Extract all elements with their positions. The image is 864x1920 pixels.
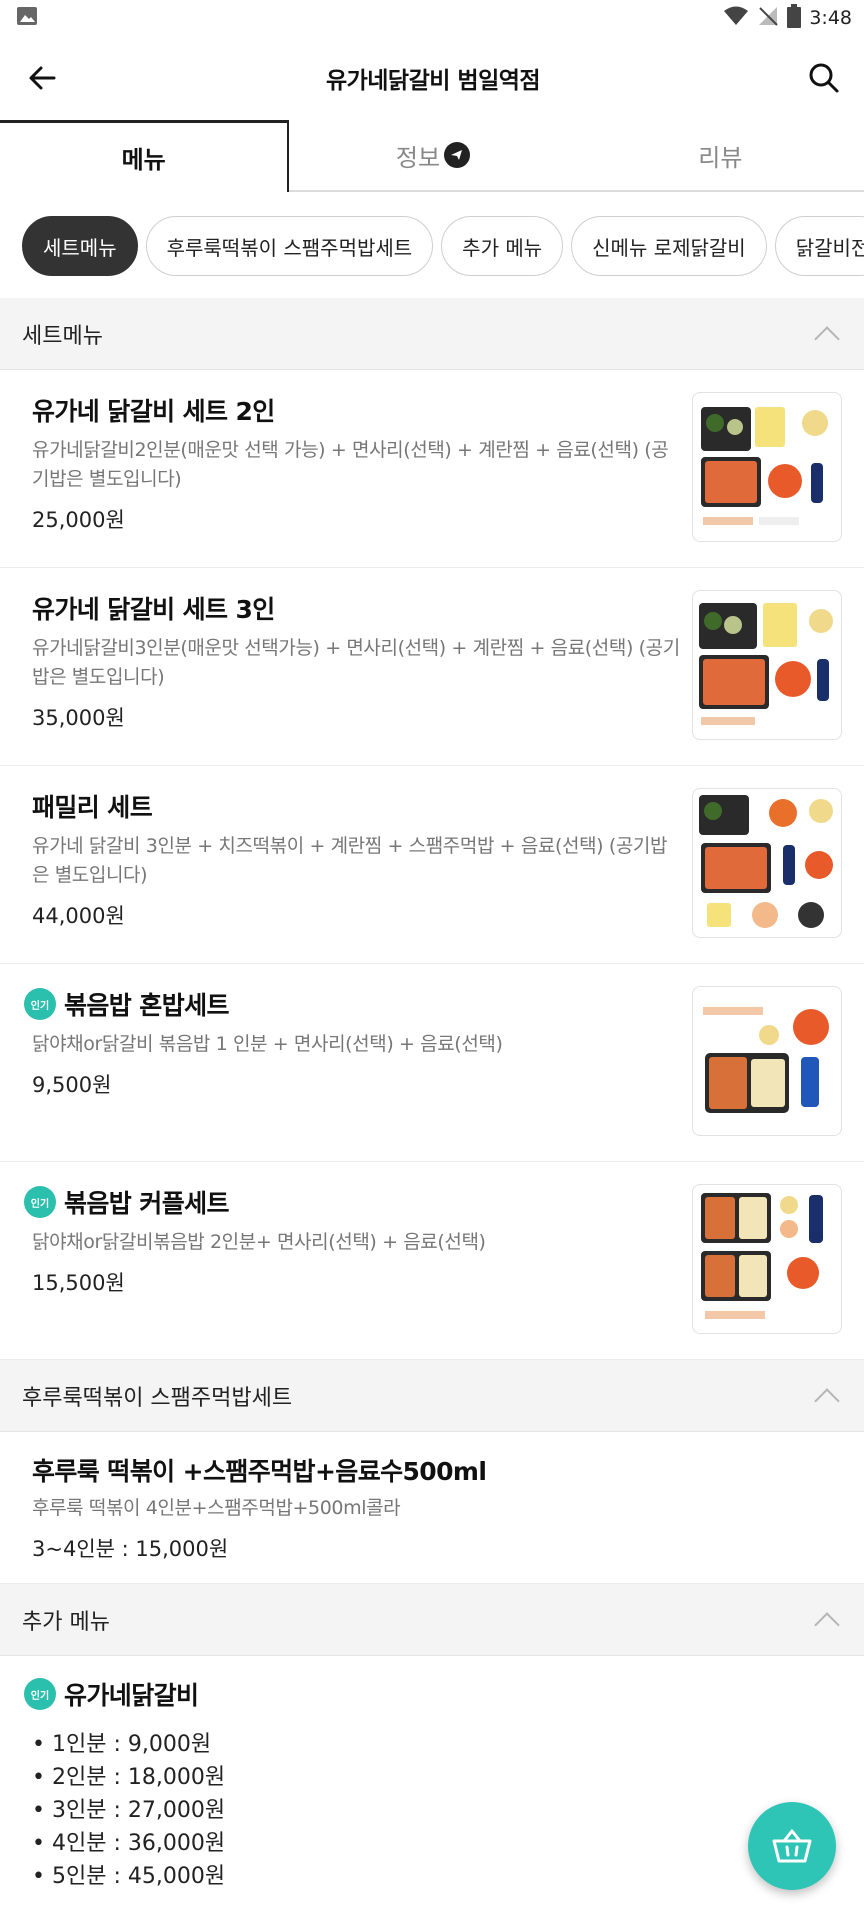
item-description: 유가네닭갈비3인분(매운맛 선택가능) + 면사리(선택) + 계란찜 + 음료… (32, 637, 680, 688)
tab-review[interactable]: 리뷰 (577, 120, 864, 190)
signal-icon (757, 5, 779, 32)
popular-badge: 인기 (24, 1678, 56, 1710)
chevron-up-icon (814, 1387, 840, 1414)
search-button[interactable] (804, 58, 844, 98)
item-title: 패밀리 세트 (32, 793, 153, 822)
status-time: 3:48 (809, 7, 852, 29)
item-title: 유가네 닭갈비 세트 2인 (32, 397, 275, 426)
search-icon (809, 63, 839, 93)
tab-info[interactable]: 정보 (289, 120, 576, 190)
chip-tteok-set[interactable]: 후루룩떡볶이 스팸주먹밥세트 (145, 216, 434, 276)
item-price: 35,000원 (32, 706, 125, 730)
item-price: 3~4인분 : 15,000원 (32, 1537, 229, 1561)
item-title: 유가네닭갈비 (64, 1681, 199, 1710)
chevron-up-icon (814, 1611, 840, 1638)
item-description: 닭야채or닭갈비 볶음밥 1 인분 + 면사리(선택) + 음료(선택) (32, 1033, 503, 1055)
chip-extra-menu[interactable]: 추가 메뉴 (441, 216, 564, 276)
back-arrow-icon (29, 66, 56, 90)
section-header-set-menu[interactable]: 세트메뉴 (0, 298, 864, 370)
price-option: • 1인분 : 9,000원 (32, 1732, 212, 1757)
item-title: 볶음밥 혼밥세트 (64, 991, 230, 1020)
food-photo (692, 590, 842, 740)
menu-item[interactable]: 패밀리 세트 유가네 닭갈비 3인분 + 치즈떡볶이 + 계란찜 + 스팸주먹밥… (0, 766, 864, 964)
item-price: 9,500원 (32, 1073, 112, 1097)
menu-item[interactable]: 인기 볶음밥 혼밥세트 닭야채or닭갈비 볶음밥 1 인분 + 면사리(선택) … (0, 964, 864, 1162)
chip-rose-dakgalbi[interactable]: 신메뉴 로제닭갈비 (571, 216, 767, 276)
menu-item[interactable]: 후루룩 떡볶이 +스팸주먹밥+음료수500ml 후루룩 떡볶이 4인분+스팸주먹… (0, 1432, 864, 1584)
tab-label: 리뷰 (698, 143, 743, 172)
app-header: 유가네닭갈비 범일역점 (0, 36, 864, 120)
section-header-extra-menu[interactable]: 추가 메뉴 (0, 1584, 864, 1656)
tab-bar: 메뉴 정보 리뷰 (0, 120, 864, 192)
menu-item[interactable]: 유가네 닭갈비 세트 2인 유가네닭갈비2인분(매운맛 선택 가능) + 면사리… (0, 370, 864, 568)
price-option: • 5인분 : 45,000원 (32, 1864, 226, 1889)
promo-badge-icon (444, 142, 471, 168)
popular-badge: 인기 (24, 988, 56, 1020)
section-header-tteok-set[interactable]: 후루룩떡볶이 스팸주먹밥세트 (0, 1360, 864, 1432)
price-option: • 4인분 : 36,000원 (32, 1831, 226, 1856)
item-description: 닭야채or닭갈비볶음밥 2인분+ 면사리(선택) + 음료(선택) (32, 1231, 486, 1253)
section-title: 세트메뉴 (22, 323, 103, 349)
section-title: 후루룩떡볶이 스팸주먹밥세트 (22, 1385, 293, 1411)
food-photo (692, 1184, 842, 1334)
cart-button[interactable] (748, 1802, 836, 1890)
chip-dakgalbi-jeon[interactable]: 닭갈비전 (774, 216, 864, 276)
section-title: 추가 메뉴 (22, 1609, 110, 1635)
chip-set-menu[interactable]: 세트메뉴 (22, 216, 138, 276)
page-title: 유가네닭갈비 범일역점 (325, 68, 541, 94)
item-description: 유가네 닭갈비 3인분 + 치즈떡볶이 + 계란찜 + 스팸주먹밥 + 음료(선… (32, 835, 668, 886)
tab-label: 정보 (395, 143, 441, 172)
item-title: 유가네 닭갈비 세트 3인 (32, 595, 275, 624)
item-title: 후루룩 떡볶이 +스팸주먹밥+음료수500ml (32, 1457, 487, 1486)
battery-icon (787, 3, 802, 33)
menu-item[interactable]: 인기 유가네닭갈비 • 1인분 : 9,000원 • 2인분 : 18,000원… (0, 1656, 864, 1913)
price-list: • 1인분 : 9,000원 • 2인분 : 18,000원 • 3인분 : 2… (32, 1728, 842, 1893)
food-photo (692, 392, 842, 542)
popular-badge: 인기 (24, 1186, 56, 1218)
menu-item[interactable]: 유가네 닭갈비 세트 3인 유가네닭갈비3인분(매운맛 선택가능) + 면사리(… (0, 568, 864, 766)
tab-label: 메뉴 (121, 146, 166, 174)
status-bar: 3:48 (0, 0, 864, 36)
item-price: 44,000원 (32, 904, 125, 928)
price-option: • 2인분 : 18,000원 (32, 1765, 226, 1790)
basket-icon (772, 1829, 812, 1863)
chevron-up-icon (814, 325, 840, 352)
item-price: 25,000원 (32, 508, 125, 532)
item-description: 후루룩 떡볶이 4인분+스팸주먹밥+500ml콜라 (32, 1497, 401, 1519)
food-photo (692, 788, 842, 938)
food-photo (692, 986, 842, 1136)
tab-menu[interactable]: 메뉴 (0, 120, 290, 192)
category-chips: 세트메뉴 후루룩떡볶이 스팸주먹밥세트 추가 메뉴 신메뉴 로제닭갈비 닭갈비전 (0, 192, 864, 298)
price-option: • 3인분 : 27,000원 (32, 1798, 226, 1823)
item-description: 유가네닭갈비2인분(매운맛 선택 가능) + 면사리(선택) + 계란찜 + 음… (32, 439, 669, 490)
image-notification-icon (16, 5, 38, 31)
item-title: 볶음밥 커플세트 (64, 1189, 230, 1218)
back-button[interactable] (22, 58, 62, 98)
item-price: 15,500원 (32, 1271, 125, 1295)
wifi-icon (723, 5, 749, 32)
menu-item[interactable]: 인기 볶음밥 커플세트 닭야채or닭갈비볶음밥 2인분+ 면사리(선택) + 음… (0, 1162, 864, 1360)
